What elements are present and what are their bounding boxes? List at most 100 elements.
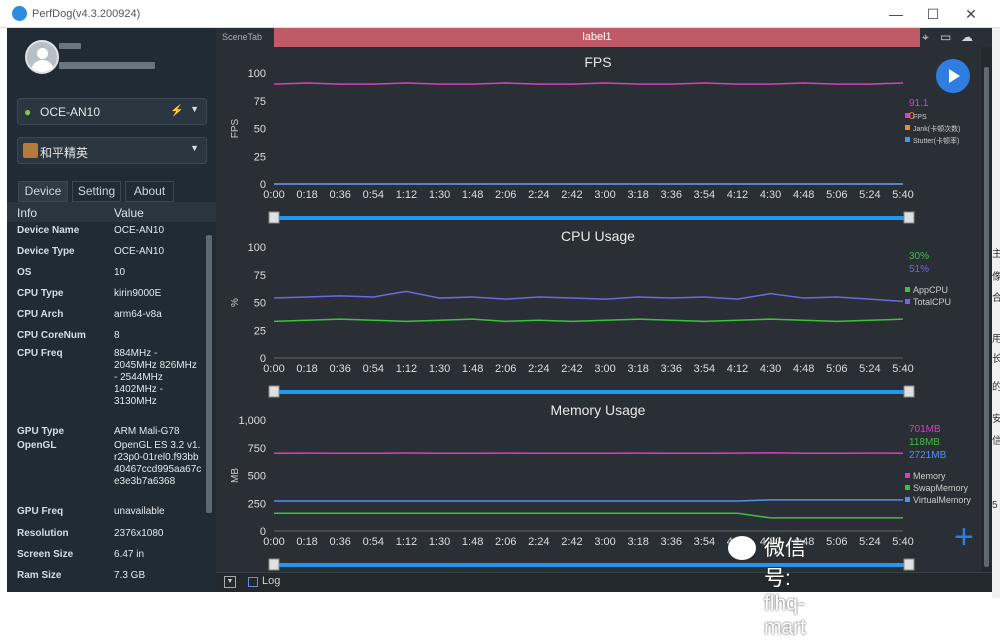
app-icon [23,143,38,158]
current-value-readout: 51% [909,264,929,275]
x-tick-label: 3:54 [694,536,715,548]
background-text: 5 [992,500,998,511]
row-key: GPU Freq [17,506,64,517]
main-scrollbar[interactable] [981,47,992,573]
legend-swatch [905,485,910,490]
time-range-slider [274,563,910,567]
background-text: 信 [992,436,1000,447]
x-tick-label: 3:36 [661,363,682,375]
avatar[interactable] [25,40,59,74]
legend-swatch [905,125,910,130]
x-tick-label: 3:00 [594,363,615,375]
play-button[interactable] [936,59,970,93]
add-chart-icon[interactable]: + [954,518,974,556]
legend-entry: Jank(卡顿次数) [913,124,960,133]
log-checkbox[interactable] [248,577,258,587]
y-tick-label: 25 [254,325,266,337]
x-tick-label: 4:48 [793,363,814,375]
app-title: PerfDog(v4.3.200924) [32,8,141,20]
usb-icon: ⚡ [170,105,184,117]
sidebar: ● OCE-AN10 ⚡ ▼ 和平精英 ▼ Device Setting Abo… [7,28,216,592]
series-line-appcpu [273,318,904,323]
account-blurred [59,62,155,69]
x-tick-label: 2:24 [528,536,549,548]
main-panel: SceneTab label1 ⌖ ▭ ☁ FPS FPS 0 25 50 75 100 0:… [216,28,992,592]
y-tick-label: 75 [254,96,266,108]
tab-about[interactable]: About [125,181,174,202]
legend-entry: Memory [913,471,946,481]
current-value-readout: 2721MB [909,450,947,461]
bottom-bar: ▼ Log [216,572,992,592]
background-text: 像 [992,272,1000,283]
row-key: Ram Size [17,570,62,581]
y-tick-label: 50 [254,124,266,136]
time-range-slider [274,216,910,220]
x-tick-label: 3:18 [627,363,648,375]
background-page-edge [992,28,1000,598]
series-line-swapmemory [274,512,903,519]
app-dropdown[interactable]: 和平精英 ▼ [17,137,207,164]
x-tick-label: 2:06 [495,189,516,201]
x-tick-label: 2:24 [528,189,549,201]
x-tick-label: 4:30 [760,189,781,201]
collapse-icon[interactable]: ▼ [224,576,236,588]
current-value-readout: 701MB [909,424,941,435]
slider-handle-right[interactable] [903,211,915,224]
device-dropdown[interactable]: ● OCE-AN10 ⚡ ▼ [17,98,207,125]
current-value-readout: 0 [909,111,915,122]
x-tick-label: 1:48 [462,536,483,548]
row-value: 2376x1080 [114,528,164,539]
row-key: OS [17,267,32,278]
x-tick-label: 1:48 [462,363,483,375]
legend-entry: Stutter(卡顿率) [913,136,959,145]
x-tick-label: 3:00 [594,189,615,201]
x-tick-label: 0:18 [296,189,317,201]
x-tick-label: 2:42 [561,536,582,548]
row-key: CPU Arch [17,309,64,320]
row-value: OCE-AN10 [114,246,165,257]
x-tick-label: 3:36 [661,189,682,201]
x-tick-label: 5:24 [859,363,880,375]
x-tick-label: 0:00 [263,363,284,375]
tab-setting[interactable]: Setting [72,181,121,202]
legend-swatch [905,473,910,478]
x-tick-label: 0:54 [363,536,384,548]
series-line-virtualmemory [274,499,903,502]
tab-device[interactable]: Device [18,181,68,202]
row-key: CPU CoreNum [17,330,86,341]
chart-title: FPS [584,54,611,70]
main-scrollbar-thumb[interactable] [984,67,989,567]
x-tick-label: 5:06 [826,363,847,375]
slider-handle-right[interactable] [903,385,915,398]
y-tick-label: 100 [248,242,266,254]
x-tick-label: 5:24 [859,189,880,201]
maximize-button[interactable]: ☐ [917,2,949,26]
sidebar-scrollbar[interactable] [206,235,212,513]
background-text: 的 [992,382,1000,393]
current-value-readout: 30% [909,251,929,262]
series-line-memory [273,451,904,455]
x-tick-label: 1:12 [396,189,417,201]
y-tick-label: 250 [248,498,266,510]
x-tick-label: 4:12 [727,363,748,375]
background-text: 安 [992,414,1000,425]
username-blurred [59,43,81,49]
slider-handle-left[interactable] [268,385,280,398]
y-axis-label: MB [230,468,241,483]
time-range-slider [274,390,910,394]
y-tick-label: 1,000 [238,415,266,427]
slider-handle-right[interactable] [903,558,915,571]
close-button[interactable]: ✕ [955,2,987,26]
slider-handle-left[interactable] [268,558,280,571]
legend-swatch [905,287,910,292]
chart-title: CPU Usage [561,228,635,244]
legend-entry: SwapMemory [913,483,969,493]
y-tick-label: 750 [248,443,266,455]
app-logo-icon [12,6,27,21]
slider-handle-left[interactable] [268,211,280,224]
background-text: 合 [992,293,1000,304]
charts-area: FPSFPS02550751000:00 0:18 0:36 0:54 1:12 1:30… [230,54,974,571]
minimize-button[interactable]: — [880,2,912,26]
x-tick-label: 1:48 [462,189,483,201]
y-axis-label: % [230,298,241,307]
